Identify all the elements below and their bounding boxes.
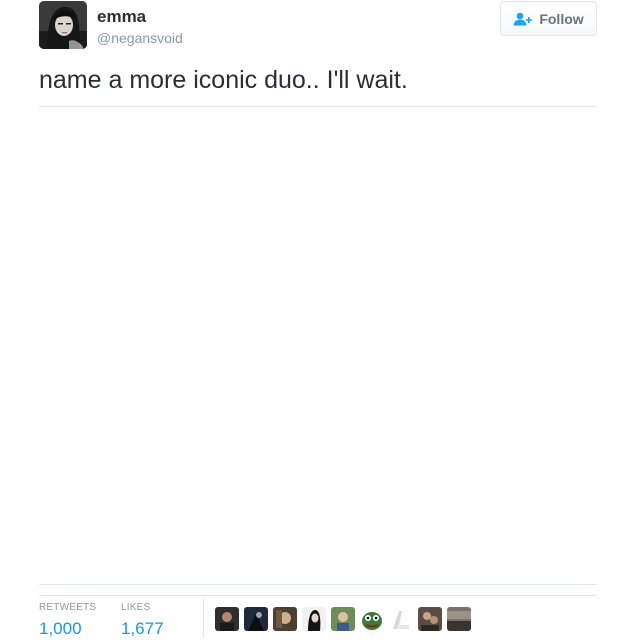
follow-button[interactable]: Follow [500, 1, 597, 36]
liker-avatar-9[interactable] [447, 607, 471, 631]
display-name[interactable]: emma [97, 7, 146, 27]
divider [39, 584, 597, 585]
tweet-text: name a more iconic duo.. I'll wait. [39, 66, 408, 94]
retweets-label: RETWEETS [39, 602, 97, 613]
liker-avatar-7[interactable] [389, 607, 413, 631]
likes-count[interactable]: 1,677 [121, 618, 164, 640]
liker-avatar-6[interactable] [360, 607, 384, 631]
retweets-stat[interactable]: RETWEETS 1,000 [39, 602, 96, 640]
liker-avatar-2[interactable] [244, 607, 268, 631]
avatar-image [39, 1, 87, 49]
liker-avatar-8[interactable] [418, 607, 442, 631]
liker-avatar-1[interactable] [215, 607, 239, 631]
liker-avatar-4[interactable] [302, 607, 326, 631]
likes-label: LIKES [121, 602, 151, 613]
liker-avatar-3[interactable] [273, 607, 297, 631]
divider [39, 595, 597, 596]
retweets-count[interactable]: 1,000 [39, 618, 96, 640]
user-avatar[interactable] [39, 1, 87, 49]
add-user-icon [513, 12, 533, 26]
user-handle[interactable]: @negansvoid [97, 29, 183, 47]
follow-button-label: Follow [539, 10, 584, 27]
divider [39, 106, 597, 107]
likes-stat[interactable]: LIKES 1,677 [121, 602, 164, 640]
stats-separator [203, 597, 204, 638]
tweet-card: emma @negansvoid Follow name a more icon… [0, 0, 639, 638]
liker-avatar-5[interactable] [331, 607, 355, 631]
